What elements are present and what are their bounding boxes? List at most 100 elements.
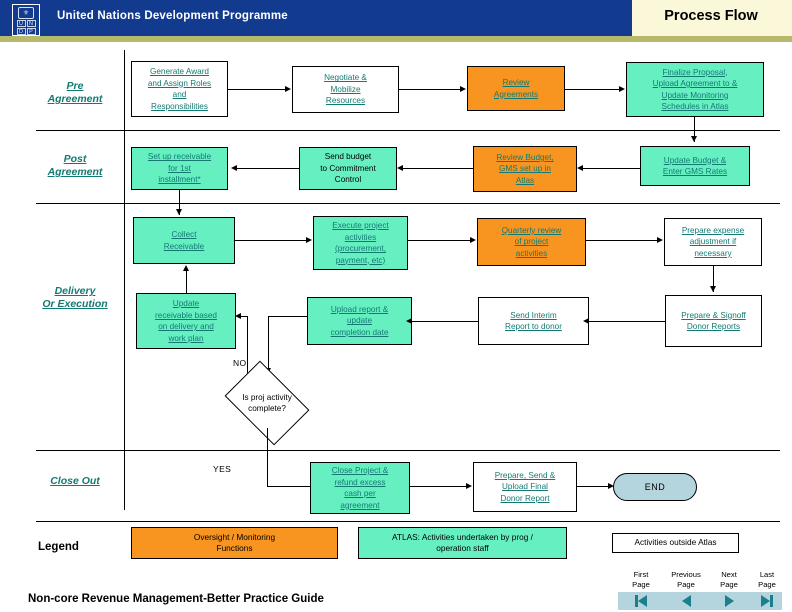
node-generate-award-line4: Responsibilities	[151, 101, 208, 111]
node-setup-receivable-line2: for 1st	[168, 163, 191, 173]
last-page-button[interactable]	[750, 593, 784, 609]
next-page-button[interactable]	[710, 593, 748, 609]
node-setup-receivable[interactable]: Set up receivable for 1st installment*	[131, 147, 228, 190]
nav-first-line1: First	[633, 570, 649, 579]
node-send-budget-line1: Send budget	[324, 152, 372, 162]
node-negotiate-line2: Mobilize	[330, 84, 361, 94]
arrowhead-update-receivable-to-collect	[182, 265, 189, 271]
node-prepare-expense[interactable]: Prepare expense adjustment if necessary	[664, 218, 762, 266]
node-send-budget-line3: Control	[334, 175, 362, 185]
node-upload-report-line3: completion date	[330, 327, 389, 337]
edge-generate-to-negotiate	[228, 89, 286, 90]
legend-item-atlas: ATLAS: Activities undertaken by prog / o…	[358, 527, 567, 559]
last-page-icon	[761, 595, 771, 607]
legend-atlas-line1: ATLAS: Activities undertaken by prog /	[392, 531, 533, 542]
node-quarterly-review[interactable]: Quarterly review of project activities	[477, 218, 586, 266]
node-finalize-line3: Update Monitoring	[661, 90, 729, 100]
legend-title: Legend	[38, 541, 79, 553]
node-negotiate-mobilize[interactable]: Negotiate & Mobilize Resources	[292, 66, 399, 113]
arrowhead-review-budget-to-send-budget	[397, 164, 403, 171]
node-review-budget-line2: GMS set up in	[499, 164, 551, 174]
node-upload-report-line1: Upload report &	[330, 304, 389, 314]
arrowhead-send-interim-to-upload-report	[406, 317, 412, 324]
legend-item-oversight: Oversight / Monitoring Functions	[131, 527, 338, 559]
arrowhead-review-to-finalize	[619, 85, 625, 92]
node-decision-activity-complete[interactable]: Is proj activity complete?	[224, 360, 310, 446]
node-setup-receivable-line1: Set up receivable	[147, 152, 212, 162]
undp-letters: U N D P	[16, 20, 36, 35]
node-setup-receivable-line3: installment*	[158, 175, 201, 185]
lane-label-post-line1: Post	[63, 153, 87, 165]
decision-line1: Is proj activity	[242, 393, 292, 402]
arrowhead-generate-to-negotiate	[285, 85, 291, 92]
lane-divider-2	[36, 203, 780, 204]
undp-logo: ⚜ U N D P	[12, 4, 40, 36]
arrowhead-collect-to-execute	[306, 236, 312, 243]
logo-letter-n: N	[26, 20, 36, 27]
node-generate-award-line2: and Assign Roles	[147, 78, 212, 88]
edge-upload-report-left	[268, 316, 307, 317]
logo-letter-u: U	[16, 20, 26, 27]
node-finalize-proposal[interactable]: Finalize Proposal, Upload Agreement to &…	[626, 62, 764, 117]
lane-label-pre-agreement: Pre Agreement	[30, 80, 120, 106]
edge-label-yes: YES	[213, 464, 232, 474]
logo-letter-d: D	[16, 28, 26, 35]
node-update-receivable-line3: on delivery and	[158, 322, 214, 331]
node-finalize-line1: Finalize Proposal,	[662, 67, 728, 77]
edge-quarterly-to-prepare-expense	[586, 240, 658, 241]
logo-letter-p: P	[26, 28, 36, 35]
node-prepare-signoff[interactable]: Prepare & Signoff Donor Reports	[665, 295, 762, 347]
node-close-project-line3: cash per	[344, 489, 376, 498]
lane-divider-4	[36, 521, 780, 522]
lane-label-pre-line1: Pre	[66, 80, 84, 92]
decision-text: Is proj activity complete?	[220, 392, 314, 414]
nav-next-line1: Next	[721, 570, 737, 579]
nav-label-previous-page: Previous Page	[660, 570, 712, 589]
previous-page-button[interactable]	[665, 593, 707, 609]
node-close-project[interactable]: Close Project & refund excess cash per a…	[310, 462, 410, 514]
node-prepare-signoff-line1: Prepare & Signoff	[681, 310, 746, 320]
node-review-budget-gms[interactable]: Review Budget, GMS set up in Atlas	[473, 146, 577, 192]
node-update-receivable[interactable]: Update receivable based on delivery and …	[136, 293, 236, 349]
lane-label-delivery-execution: Delivery Or Execution	[20, 285, 130, 311]
arrowhead-finalize-to-update-budget	[690, 136, 697, 142]
arrowhead-send-budget-to-setup	[231, 164, 237, 171]
first-page-button[interactable]	[622, 593, 660, 609]
edge-upload-report-to-decision	[268, 316, 269, 371]
edge-final-report-to-end	[577, 486, 609, 487]
node-generate-award[interactable]: Generate Award and Assign Roles and Resp…	[131, 61, 228, 117]
node-prepare-expense-line1: Prepare expense	[681, 225, 745, 235]
edge-execute-to-quarterly	[408, 240, 471, 241]
node-update-budget-gms[interactable]: Update Budget & Enter GMS Rates	[640, 146, 750, 186]
node-finalize-line2: Upload Agreement to &	[652, 79, 738, 88]
node-execute-project[interactable]: Execute project activities (procurement,…	[313, 216, 408, 270]
node-send-interim-report[interactable]: Send Interim Report to donor	[478, 297, 589, 345]
node-prepare-send-final-report[interactable]: Prepare, Send & Upload Final Donor Repor…	[473, 462, 577, 512]
node-final-report-line1: Prepare, Send &	[494, 470, 556, 480]
node-end-terminator[interactable]: END	[613, 473, 697, 501]
lane-divider-1	[36, 130, 780, 131]
node-execute-line1: Execute project	[332, 221, 389, 230]
legend-item-outside-atlas: Activities outside Atlas	[612, 533, 739, 553]
node-quarterly-line3: activities	[515, 248, 548, 258]
edge-no-branch-horizontal	[240, 316, 248, 317]
node-final-report-line3: Donor Report	[500, 493, 550, 503]
node-upload-report[interactable]: Upload report & update completion date	[307, 297, 412, 345]
node-negotiate-line3: Resources	[325, 96, 366, 106]
node-prepare-expense-line3: necessary	[694, 248, 732, 258]
node-upload-report-line2: update	[346, 316, 373, 326]
edge-update-budget-to-review-budget	[583, 168, 640, 169]
node-generate-award-line1: Generate Award	[149, 67, 209, 76]
node-close-project-line4: agreement	[340, 500, 380, 510]
edge-update-receivable-to-collect	[186, 270, 187, 293]
page-title: Process Flow	[664, 8, 758, 24]
last-page-icon-bar	[770, 595, 773, 607]
node-review-agreements[interactable]: Review Agreements	[467, 66, 565, 111]
un-emblem-icon: ⚜	[18, 7, 34, 19]
node-send-budget[interactable]: Send budget to Commitment Control	[299, 147, 397, 190]
node-send-budget-line2: to Commitment	[320, 163, 376, 173]
node-quarterly-line1: Quarterly review	[501, 225, 562, 235]
node-close-project-line1: Close Project &	[331, 466, 389, 475]
legend-outside-atlas-label: Activities outside Atlas	[634, 537, 717, 548]
node-collect-receivable[interactable]: Collect Receivable	[133, 217, 235, 264]
